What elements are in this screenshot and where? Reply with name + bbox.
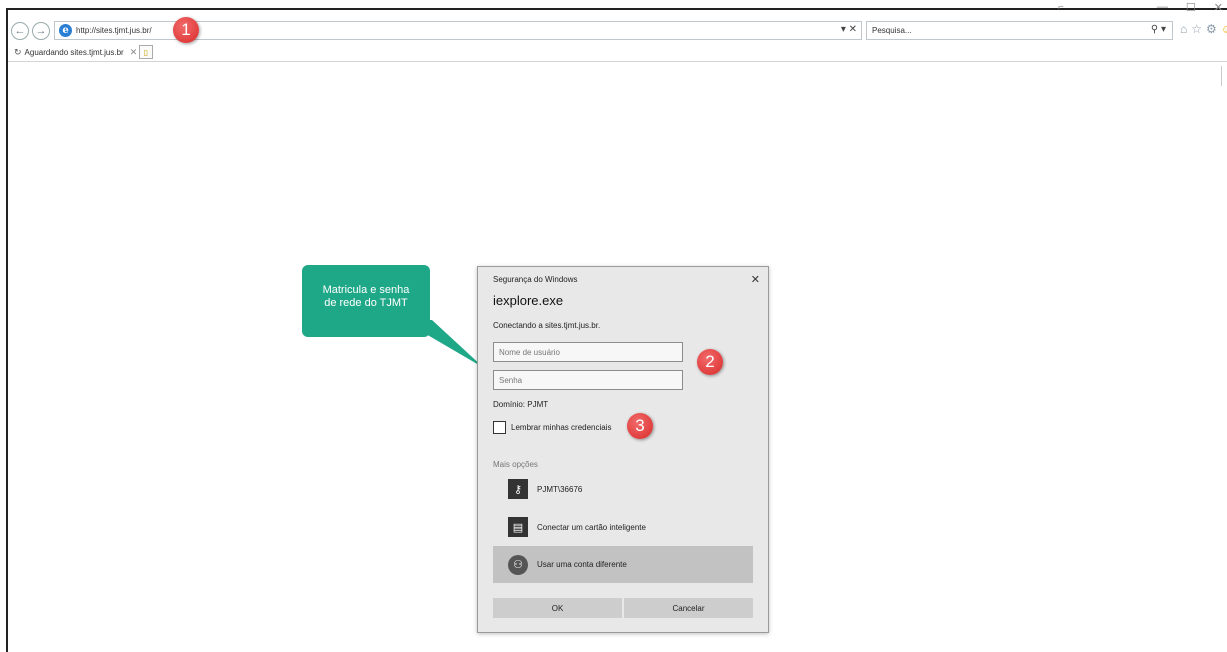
callout-line-2: de rede do TJMT bbox=[324, 297, 408, 309]
home-icon[interactable]: ⌂ bbox=[1180, 22, 1187, 36]
search-box[interactable]: ⚲ ▾ bbox=[866, 21, 1173, 40]
option-label: Usar uma conta diferente bbox=[537, 560, 627, 569]
callout-line-1: Matricula e senha bbox=[322, 284, 410, 296]
remember-label: Lembrar minhas credenciais bbox=[511, 423, 612, 432]
url-text[interactable]: http://sites.tjmt.jus.br/ bbox=[76, 26, 152, 35]
windows-security-dialog: Segurança do Windows ✕ iexplore.exe Cone… bbox=[477, 266, 769, 633]
tab-title: Aguardando sites.tjmt.jus.br bbox=[24, 48, 124, 57]
close-window-icon[interactable]: ✕ bbox=[1214, 1, 1223, 14]
option-label: PJMT\36676 bbox=[537, 484, 583, 494]
key-icon: ⚷ bbox=[508, 479, 528, 499]
remember-credentials[interactable]: Lembrar minhas credenciais bbox=[493, 421, 612, 434]
badge-3: 3 bbox=[627, 413, 653, 439]
window-controls: — ☐ ✕ bbox=[1157, 1, 1223, 14]
pin-icon[interactable]: ⌐ bbox=[1058, 2, 1064, 13]
dialog-caption: Segurança do Windows bbox=[493, 275, 578, 284]
tab-loading[interactable]: ↻ Aguardando sites.tjmt.jus.br ✕ bbox=[11, 44, 140, 61]
callout-box: Matricula e senha de rede do TJMT bbox=[302, 265, 430, 337]
forward-icon[interactable]: → bbox=[32, 22, 50, 40]
ok-button[interactable]: OK bbox=[493, 598, 622, 618]
smiley-icon[interactable]: ☺ bbox=[1221, 22, 1227, 36]
option-label: Conectar um cartão inteligente bbox=[537, 522, 646, 532]
cancel-button[interactable]: Cancelar bbox=[624, 598, 753, 618]
user-icon: ⚇ bbox=[508, 554, 528, 575]
address-actions[interactable]: ▾ ✕ bbox=[841, 24, 857, 35]
dialog-connecting-text: Conectando a sites.tjmt.jus.br. bbox=[493, 321, 601, 330]
tab-bar: ↻ Aguardando sites.tjmt.jus.br ✕ ▯ bbox=[8, 44, 1227, 62]
gear-icon[interactable]: ⚙ bbox=[1206, 22, 1217, 36]
badge-1: 1 bbox=[173, 17, 199, 43]
new-tab-icon[interactable]: ▯ bbox=[139, 45, 153, 59]
option-different-account[interactable]: ⚇ Usar uma conta diferente bbox=[493, 546, 753, 583]
domain-label: Domínio: PJMT bbox=[493, 400, 549, 409]
minimize-icon[interactable]: — bbox=[1157, 1, 1168, 14]
maximize-icon[interactable]: ☐ bbox=[1186, 1, 1196, 14]
smartcard-icon: ▤ bbox=[508, 517, 528, 537]
remember-checkbox[interactable] bbox=[493, 421, 506, 434]
back-icon[interactable]: ← bbox=[11, 22, 29, 40]
option-smart-card[interactable]: ▤ Conectar um cartão inteligente bbox=[493, 510, 753, 544]
spinner-icon: ↻ bbox=[14, 47, 22, 57]
dialog-close-icon[interactable]: ✕ bbox=[751, 273, 760, 286]
star-icon[interactable]: ☆ bbox=[1191, 22, 1202, 36]
tab-close-icon[interactable]: ✕ bbox=[130, 47, 138, 58]
scrollbar[interactable] bbox=[1221, 66, 1227, 86]
dialog-app-name: iexplore.exe bbox=[493, 293, 564, 308]
username-field[interactable] bbox=[493, 342, 683, 362]
option-saved-account[interactable]: ⚷ PJMT\36676 bbox=[493, 472, 753, 506]
search-input[interactable] bbox=[872, 26, 1122, 35]
ie-logo-icon: e bbox=[59, 24, 72, 37]
toolbar-icons: ⌂ ☆ ⚙ ☺ bbox=[1180, 22, 1227, 36]
more-options-label: Mais opções bbox=[493, 460, 538, 469]
search-icon[interactable]: ⚲ ▾ bbox=[1151, 24, 1166, 35]
badge-2: 2 bbox=[697, 349, 723, 375]
password-field[interactable] bbox=[493, 370, 683, 390]
